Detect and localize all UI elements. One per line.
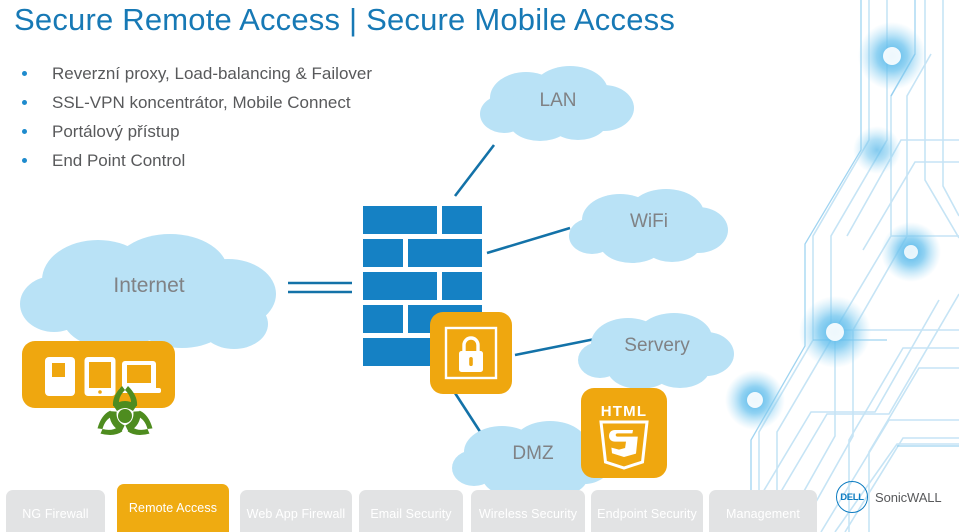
feature-bullet-list: Reverzní proxy, Load-balancing & Failove… (16, 59, 372, 175)
tab-label: Wireless Security (478, 507, 578, 521)
list-item: End Point Control (16, 146, 372, 175)
circuit-board-background (725, 0, 959, 532)
tab-web-app-firewall[interactable]: Web App Firewall (240, 490, 352, 532)
slide-canvas: Secure Remote Access | Secure Mobile Acc… (0, 0, 959, 532)
html5-icon: HTML (581, 388, 667, 478)
cloud-label: LAN (539, 90, 577, 111)
cloud-servery: Servery (578, 310, 736, 392)
cloud-label: Servery (624, 335, 690, 356)
cloud-wifi: WiFi (568, 186, 730, 266)
tab-label: Email Security (370, 507, 452, 521)
svg-text:HTML: HTML (601, 403, 647, 420)
list-item: Portálový přístup (16, 117, 372, 146)
tab-label: Management (726, 507, 800, 521)
list-item: Reverzní proxy, Load-balancing & Failove… (16, 59, 372, 88)
dell-logo-text: DELL (840, 491, 864, 503)
cloud-label: Internet (113, 274, 185, 297)
padlock-icon (430, 312, 512, 394)
page-title: Secure Remote Access | Secure Mobile Acc… (14, 2, 676, 37)
cloud-lan: LAN (478, 64, 638, 144)
biohazard-icon (86, 378, 164, 448)
tab-management[interactable]: Management (709, 490, 817, 532)
tab-label: Endpoint Security (597, 507, 697, 521)
tab-label: Web App Firewall (246, 507, 346, 521)
list-item: SSL-VPN koncentrátor, Mobile Connect (16, 88, 372, 117)
dell-sonicwall-logo: DELL SonicWALL (836, 481, 942, 513)
sonicwall-wordmark: SonicWALL (875, 489, 942, 505)
tab-label: Remote Access (128, 501, 218, 515)
tab-label: NG Firewall (22, 507, 89, 521)
bottom-tab-bar: NG Firewall Remote Access Web App Firewa… (0, 484, 959, 532)
tab-remote-access[interactable]: Remote Access (117, 484, 229, 532)
tab-wireless-security[interactable]: Wireless Security (471, 490, 585, 532)
cloud-label: WiFi (630, 211, 668, 232)
dell-logo-icon: DELL (836, 481, 868, 513)
tab-ng-firewall[interactable]: NG Firewall (6, 490, 105, 532)
tab-email-security[interactable]: Email Security (359, 490, 463, 532)
tab-endpoint-security[interactable]: Endpoint Security (591, 490, 703, 532)
cloud-internet: Internet (18, 232, 280, 356)
